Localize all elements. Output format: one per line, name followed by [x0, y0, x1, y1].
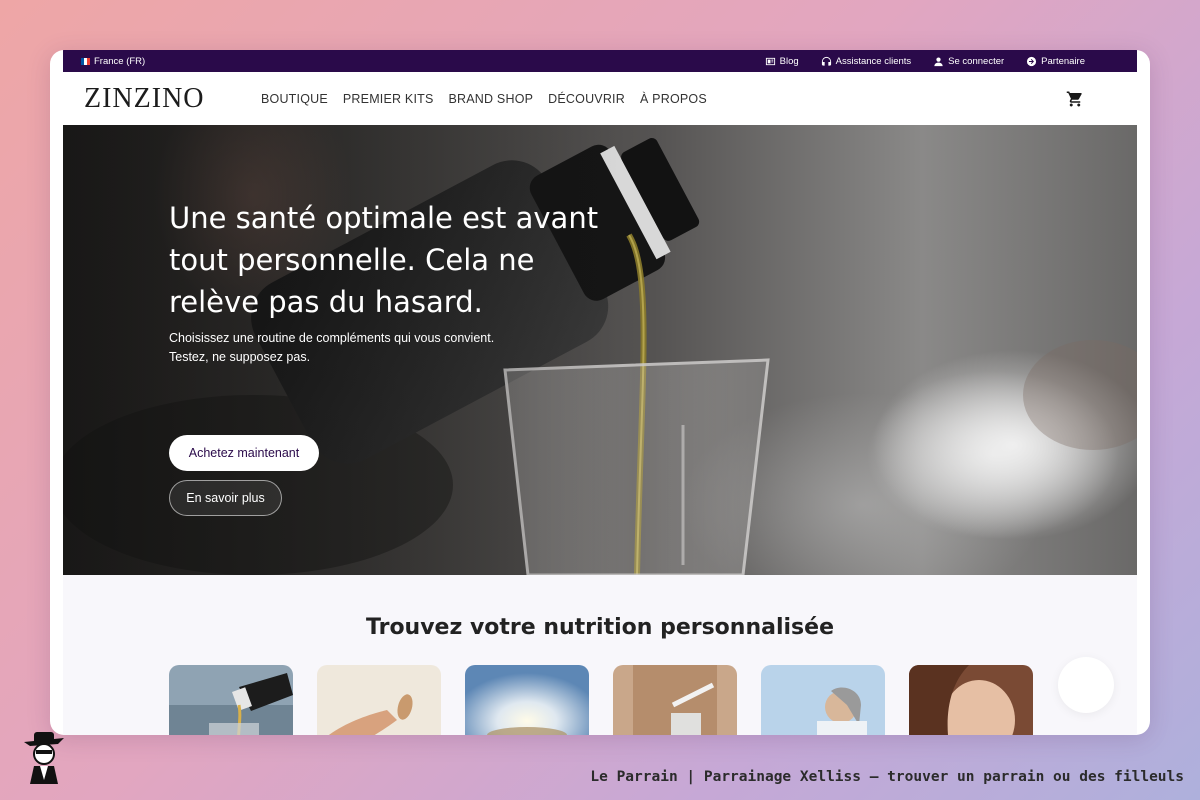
customer-support-link[interactable]: Assistance clients — [821, 55, 912, 67]
card-oil-pour[interactable] — [169, 665, 293, 735]
nav-item-decouvrir[interactable]: DÉCOUVRIR — [548, 92, 625, 106]
partner-label: Partenaire — [1041, 55, 1085, 67]
hero-banner: Une santé optimale est avant tout person… — [63, 125, 1137, 575]
hero-subtitle: Choisissez une routine de compléments qu… — [169, 329, 569, 367]
card-skin-care[interactable] — [909, 665, 1033, 735]
headset-icon — [821, 56, 831, 66]
mascot-logo-icon — [24, 732, 64, 784]
blog-link[interactable]: Blog — [765, 56, 799, 67]
browser-frame: France (FR) Blog Assistance clients Se c… — [50, 50, 1150, 735]
arrow-circle-icon — [1027, 56, 1037, 66]
cart-icon — [1066, 91, 1082, 107]
personalized-nutrition-section: Trouvez votre nutrition personnalisée — [63, 575, 1137, 735]
learn-more-button[interactable]: En savoir plus — [169, 480, 282, 516]
main-navigation: ZINZINO BOUTIQUE PREMIER KITS BRAND SHOP… — [63, 72, 1137, 125]
chat-widget-button[interactable] — [1058, 657, 1114, 713]
sun-image — [465, 665, 589, 735]
category-cards — [169, 665, 1033, 735]
cart-button[interactable] — [1066, 90, 1084, 108]
blog-label: Blog — [779, 55, 799, 67]
customer-support-label: Assistance clients — [835, 55, 912, 67]
login-label: Se connecter — [948, 55, 1005, 67]
card-sun[interactable] — [465, 665, 589, 735]
nav-item-premier-kits[interactable]: PREMIER KITS — [343, 92, 434, 106]
nav-menu: BOUTIQUE PREMIER KITS BRAND SHOP DÉCOUVR… — [261, 92, 707, 106]
utility-bar: France (FR) Blog Assistance clients Se c… — [63, 50, 1137, 72]
capsule-image — [317, 665, 441, 735]
nav-item-brand-shop[interactable]: BRAND SHOP — [449, 92, 534, 106]
woman-drinking-image — [761, 665, 885, 735]
hero-subtitle-line-1: Choisissez une routine de compléments qu… — [169, 331, 495, 345]
france-flag-icon — [81, 57, 90, 65]
powder-drink-image — [613, 665, 737, 735]
skin-care-image — [909, 665, 1033, 735]
buy-now-button[interactable]: Achetez maintenant — [169, 435, 319, 471]
card-capsule[interactable] — [317, 665, 441, 735]
blog-icon — [765, 57, 775, 65]
zinzino-logo[interactable]: ZINZINO — [84, 83, 261, 115]
nav-item-a-propos[interactable]: À PROPOS — [640, 92, 707, 106]
card-woman-drinking[interactable] — [761, 665, 885, 735]
site-caption: Le Parrain | Parrainage Xelliss — trouve… — [590, 769, 1184, 785]
region-label: France (FR) — [94, 55, 146, 67]
page: France (FR) Blog Assistance clients Se c… — [63, 50, 1137, 735]
card-powder-drink[interactable] — [613, 665, 737, 735]
nav-item-boutique[interactable]: BOUTIQUE — [261, 92, 328, 106]
partner-link[interactable]: Partenaire — [1026, 56, 1085, 67]
hero-subtitle-line-2: Testez, ne supposez pas. — [169, 350, 311, 364]
user-icon — [934, 57, 943, 66]
oil-pour-image — [169, 665, 293, 735]
region-selector[interactable]: France (FR) — [81, 56, 145, 67]
hero-title: Une santé optimale est avant tout person… — [169, 201, 599, 319]
section-title: Trouvez votre nutrition personnalisée — [366, 615, 834, 640]
login-link[interactable]: Se connecter — [933, 56, 1004, 67]
